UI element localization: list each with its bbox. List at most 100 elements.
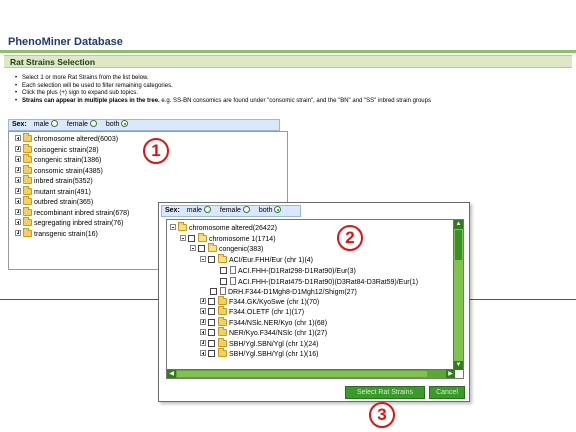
tree-item-label[interactable]: inbred strain(5352) [34, 178, 93, 185]
expand-icon[interactable] [200, 339, 206, 346]
scroll-down-arrow-icon[interactable]: ▼ [454, 361, 463, 370]
tree-item-label[interactable]: chromosome 1(1714) [209, 236, 276, 243]
select-rat-strains-button[interactable]: Select Rat Strains [345, 386, 425, 399]
tree-item-label[interactable]: transgenic strain(16) [34, 231, 98, 238]
sex-male-radio[interactable] [50, 120, 58, 127]
sex-both-radio[interactable] [274, 206, 282, 213]
expand-icon[interactable] [15, 177, 21, 183]
checkbox[interactable] [208, 318, 215, 326]
tree-item[interactable]: congenic(383) [190, 243, 263, 255]
folder-icon [218, 337, 227, 347]
vertical-scrollbar[interactable]: ▲ ▼ [453, 220, 463, 370]
tree-item-label[interactable]: mutant strain(491) [34, 189, 91, 196]
expand-icon[interactable] [15, 145, 21, 152]
instruction-item: Strains can appear in multiple places in… [15, 97, 572, 106]
tree-item[interactable]: ACI/Eur.FHH/Eur (chr 1)(4) [200, 253, 313, 266]
tree-item-label[interactable]: NER/Kyo.F344/NSlc (chr 1)(27) [229, 330, 327, 337]
collapse-icon[interactable] [170, 224, 176, 230]
checkbox[interactable] [188, 234, 195, 242]
expand-icon[interactable] [200, 308, 206, 314]
tree-item[interactable]: chromosome altered(26422) [170, 222, 277, 234]
expand-icon[interactable] [15, 208, 21, 215]
checkbox[interactable] [208, 308, 215, 315]
horizontal-scroll-thumb[interactable] [177, 371, 427, 377]
tree-item-label[interactable]: consomic strain(4385) [34, 168, 103, 175]
tree-item-label[interactable]: DRH.F344-D1Mgh8-D1Mgh12/Shigm(27) [228, 289, 357, 296]
folder-open-icon [208, 243, 217, 252]
expand-icon[interactable] [15, 198, 21, 204]
tree-item-label[interactable]: chromosome altered(26422) [189, 225, 277, 232]
expand-icon[interactable] [15, 229, 21, 236]
sex-both-radio[interactable] [121, 120, 129, 127]
tree-item[interactable]: recombinant inbred strain(678) [15, 206, 129, 219]
vertical-scroll-thumb[interactable] [455, 230, 462, 260]
collapse-icon[interactable] [200, 255, 206, 262]
tree-item-label[interactable]: outbred strain(365) [34, 199, 93, 206]
checkbox[interactable] [220, 267, 227, 274]
folder-icon [23, 164, 32, 174]
horizontal-scrollbar[interactable]: ◀ ▶ [167, 369, 455, 378]
checkbox[interactable] [208, 297, 215, 305]
checkbox[interactable] [208, 329, 215, 336]
tree-item[interactable]: F344.OLETF (chr 1)(17) [200, 306, 304, 318]
expand-icon[interactable] [15, 166, 21, 173]
folder-icon [23, 227, 32, 237]
checkbox[interactable] [208, 255, 215, 263]
tree-item-label[interactable]: SBH/Ygl.SBN/Ygl (chr 1)(24) [229, 341, 318, 348]
expand-icon[interactable] [200, 329, 206, 335]
tree-item[interactable]: SBH/Ygl.SBH/Ygl (chr 1)(16) [200, 348, 318, 360]
folder-icon [23, 196, 32, 205]
callout-badge-3: 3 [369, 402, 395, 428]
checkbox[interactable] [198, 245, 205, 252]
instruction-list: Select 1 or more Rat Strains from the li… [15, 75, 572, 106]
tree-item-label[interactable]: recombinant inbred strain(678) [34, 210, 129, 217]
tree-item-label[interactable]: SBH/Ygl.SBH/Ygl (chr 1)(16) [229, 351, 318, 358]
tree-item-label[interactable]: ACI.FHH-(D1Rat475-D1Rat90)(D3Rat84-D3Rat… [238, 279, 418, 286]
tree-item-label[interactable]: ACI/Eur.FHH/Eur (chr 1)(4) [229, 257, 313, 264]
tree-item-label[interactable]: coisogenic strain(28) [34, 147, 99, 154]
tree-item-label[interactable]: chromosome altered(6003) [34, 136, 118, 143]
tree-item[interactable]: ACI.FHH-(D1Rat298-D1Rat90)/Eur(3) [220, 266, 356, 276]
tree-item-label[interactable]: segregating inbred strain(76) [34, 220, 124, 227]
folder-icon [218, 306, 227, 315]
expand-icon[interactable] [200, 297, 206, 304]
sex-female-radio[interactable] [89, 120, 97, 127]
expand-icon[interactable] [200, 350, 206, 356]
expand-icon[interactable] [15, 135, 21, 141]
scroll-right-arrow-icon[interactable]: ▶ [446, 370, 455, 378]
scroll-left-arrow-icon[interactable]: ◀ [167, 370, 176, 378]
tree-item[interactable]: ACI.FHH-(D1Rat475-D1Rat90)(D3Rat84-D3Rat… [220, 276, 418, 287]
expand-icon[interactable] [15, 187, 21, 194]
tree-item-label[interactable]: congenic(383) [219, 246, 263, 253]
instruction-item: Select 1 or more Rat Strains from the li… [15, 75, 572, 83]
sex-option-male-label: male [33, 121, 49, 128]
collapse-icon[interactable] [190, 245, 196, 251]
tree-item-label[interactable]: F344.OLETF (chr 1)(17) [229, 309, 304, 316]
sex-option-female-label: female [219, 207, 241, 214]
sex-female-radio[interactable] [242, 206, 250, 213]
collapse-icon[interactable] [180, 234, 186, 241]
tree-item[interactable]: transgenic strain(16) [15, 227, 98, 240]
strain-selection-dialog: Sex: male female both chromosome altered… [158, 202, 470, 402]
sex-male-radio[interactable] [203, 206, 211, 213]
tree-item[interactable]: segregating inbred strain(76) [15, 217, 124, 229]
document-icon [220, 287, 226, 295]
checkbox[interactable] [210, 288, 217, 295]
tree-item-label[interactable]: F344/NSlc.NER/Kyo (chr 1)(68) [229, 320, 327, 327]
expand-icon[interactable] [15, 219, 21, 225]
tree-item[interactable]: DRH.F344-D1Mgh8-D1Mgh12/Shigm(27) [210, 287, 357, 297]
tree-item[interactable]: chromosome 1(1714) [180, 232, 276, 245]
expand-icon[interactable] [200, 318, 206, 325]
expand-icon[interactable] [15, 156, 21, 162]
tree-item-label[interactable]: congenic strain(1386) [34, 157, 101, 164]
tree-item-label[interactable]: F344.GK/KyoSwe (chr 1)(70) [229, 299, 319, 306]
instruction-bold-text: Strains can appear in multiple places in… [22, 97, 160, 104]
tree-item-label[interactable]: ACI.FHH-(D1Rat298-D1Rat90)/Eur(3) [238, 268, 356, 275]
checkbox[interactable] [220, 277, 227, 285]
tree-item[interactable]: chromosome altered(6003) [15, 133, 118, 145]
scroll-up-arrow-icon[interactable]: ▲ [454, 220, 463, 229]
checkbox[interactable] [208, 350, 215, 357]
folder-icon [218, 348, 227, 357]
cancel-button[interactable]: Cancel [429, 386, 465, 399]
checkbox[interactable] [208, 339, 215, 347]
